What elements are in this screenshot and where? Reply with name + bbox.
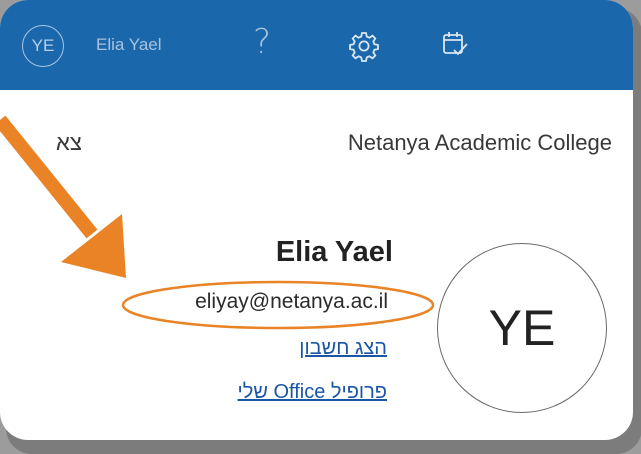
- organization-name: Netanya Academic College: [347, 130, 612, 155]
- account-panel: YE Elia Yael ? Netanya Academic College …: [0, 0, 633, 440]
- office-profile-link[interactable]: פרופיל Office שלי: [238, 381, 387, 404]
- email-address: eliyay@netanya.ac.il: [195, 290, 388, 313]
- calendar-check-icon[interactable]: [440, 29, 470, 59]
- sign-out-link[interactable]: צא: [56, 130, 82, 156]
- avatar-initials: YE: [31, 36, 55, 55]
- profile-avatar-initials: YE: [488, 300, 556, 356]
- header-user-name[interactable]: Elia Yael: [96, 35, 162, 55]
- view-account-link[interactable]: הצג חשבון: [299, 337, 387, 360]
- avatar-button[interactable]: YE: [22, 25, 64, 67]
- help-icon[interactable]: ?: [253, 22, 271, 62]
- profile-avatar[interactable]: YE: [437, 243, 607, 413]
- header-bar: YE Elia Yael ?: [0, 0, 633, 90]
- display-name: Elia Yael: [275, 236, 393, 268]
- gear-icon[interactable]: [348, 30, 380, 62]
